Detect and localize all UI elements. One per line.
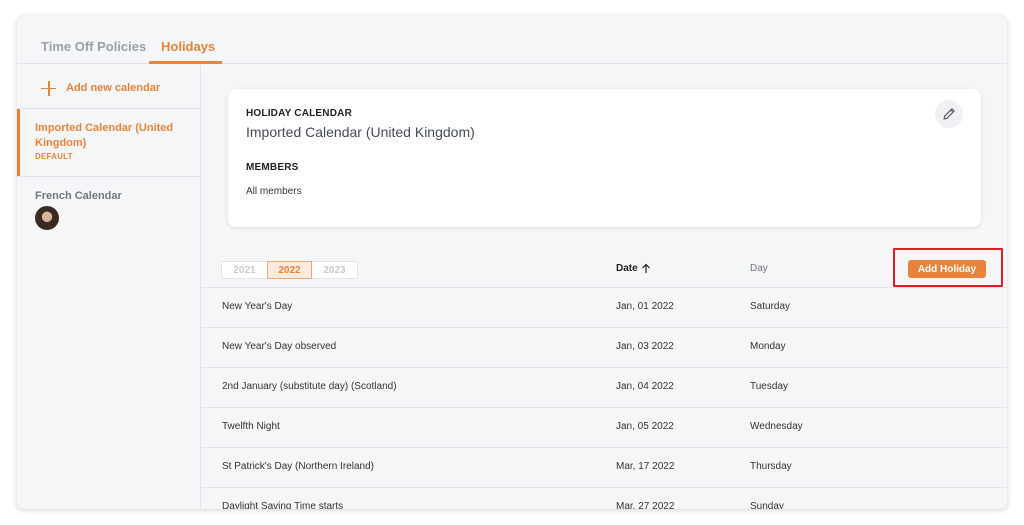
- table-row[interactable]: New Year's Day observed Jan, 03 2022 Mon…: [201, 327, 1007, 367]
- table-row[interactable]: Twelfth Night Jan, 05 2022 Wednesday: [201, 407, 1007, 447]
- app-window: Time Off Policies Holidays Add new calen…: [17, 16, 1007, 509]
- member-avatar: [35, 206, 59, 230]
- tab-bar: Time Off Policies Holidays: [17, 16, 1007, 64]
- date-header-label: Date: [616, 263, 638, 274]
- table-row[interactable]: 2nd January (substitute day) (Scotland) …: [201, 367, 1007, 407]
- holiday-date: Mar, 27 2022: [616, 501, 675, 509]
- arrow-up-icon: [641, 263, 650, 273]
- year-tab-2022[interactable]: 2022: [267, 261, 312, 279]
- holiday-name: Daylight Saving Time starts: [222, 501, 344, 509]
- tab-time-off-policies[interactable]: Time Off Policies: [41, 39, 146, 54]
- holiday-date: Jan, 05 2022: [616, 421, 674, 432]
- holiday-name: New Year's Day: [222, 301, 293, 312]
- tab-holidays[interactable]: Holidays: [161, 39, 215, 54]
- holiday-calendar-label: HOLIDAY CALENDAR: [246, 108, 352, 119]
- year-tab-2023[interactable]: 2023: [312, 262, 357, 278]
- year-selector: 2021 2022 2023: [221, 261, 358, 279]
- holiday-day: Saturday: [750, 301, 791, 312]
- holiday-name: St Patrick's Day (Northern Ireland): [222, 461, 374, 472]
- holiday-name: Twelfth Night: [222, 421, 280, 432]
- calendar-title: Imported Calendar (United Kingdom): [246, 124, 475, 140]
- year-tab-2021[interactable]: 2021: [222, 262, 267, 278]
- holiday-date: Jan, 03 2022: [616, 341, 674, 352]
- selected-indicator: [17, 109, 20, 176]
- holiday-name: 2nd January (substitute day) (Scotland): [222, 381, 397, 392]
- holiday-name: New Year's Day observed: [222, 341, 337, 352]
- default-badge: DEFAULT: [35, 152, 73, 161]
- edit-calendar-button[interactable]: [935, 100, 963, 128]
- holiday-day: Thursday: [750, 461, 792, 472]
- holiday-date: Jan, 04 2022: [616, 381, 674, 392]
- table-row[interactable]: St Patrick's Day (Northern Ireland) Mar,…: [201, 447, 1007, 487]
- plus-icon: [41, 80, 56, 96]
- date-column-header[interactable]: Date: [616, 263, 651, 274]
- table-row[interactable]: New Year's Day Jan, 01 2022 Saturday: [201, 287, 1007, 327]
- sidebar-item-imported-calendar[interactable]: Imported Calendar (United Kingdom) DEFAU…: [17, 109, 201, 176]
- add-calendar-label: Add new calendar: [66, 82, 161, 94]
- members-label: MEMBERS: [246, 162, 299, 173]
- calendar-name: Imported Calendar (United Kingdom): [35, 122, 174, 149]
- calendar-details-card: HOLIDAY CALENDAR Imported Calendar (Unit…: [228, 89, 981, 227]
- active-tab-indicator: [149, 61, 222, 64]
- holiday-day: Wednesday: [750, 421, 803, 432]
- day-column-header: Day: [750, 263, 768, 274]
- members-value: All members: [246, 186, 302, 197]
- holiday-date: Jan, 01 2022: [616, 301, 674, 312]
- holiday-day: Sunday: [750, 501, 784, 509]
- calendar-name: French Calendar: [35, 190, 122, 202]
- holiday-day: Tuesday: [750, 381, 788, 392]
- pencil-icon: [943, 108, 955, 120]
- calendar-sidebar: Add new calendar Imported Calendar (Unit…: [17, 65, 201, 509]
- add-calendar-button[interactable]: Add new calendar: [41, 78, 160, 98]
- table-row[interactable]: Daylight Saving Time starts Mar, 27 2022…: [201, 487, 1007, 509]
- holiday-date: Mar, 17 2022: [616, 461, 675, 472]
- highlight-annotation: [893, 248, 1003, 287]
- holiday-day: Monday: [750, 341, 786, 352]
